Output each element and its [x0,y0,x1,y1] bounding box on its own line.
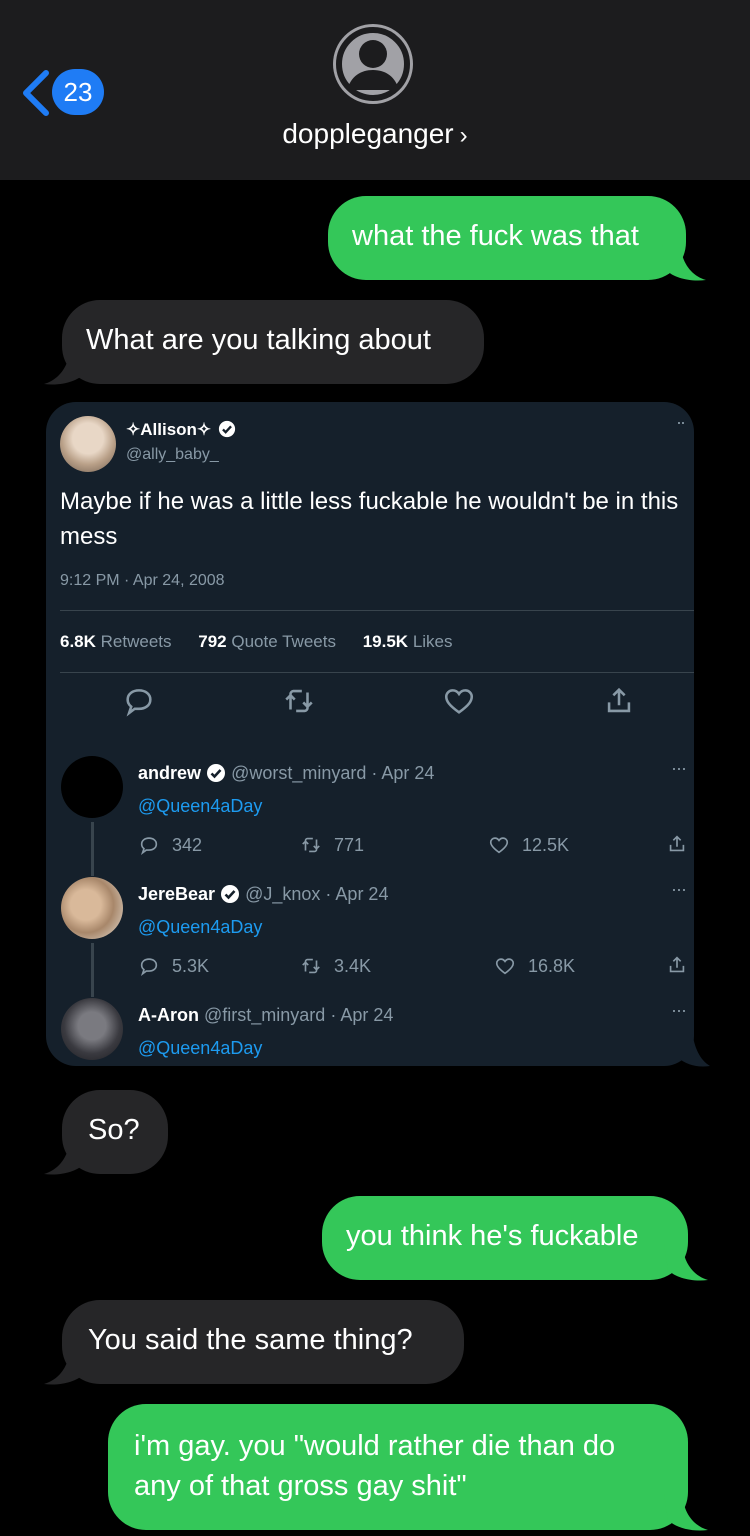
like-count-value: 16.8K [528,956,576,976]
bubble-tail [44,1350,88,1385]
reply-date: · Apr 24 [325,884,389,904]
bubble-tail [664,1244,708,1281]
more-icon[interactable]: ·· [676,412,686,433]
message-text: You said the same thing? [88,1324,413,1356]
message-text: you think he's fuckable [346,1220,639,1252]
chevron-right-icon: › [459,122,468,149]
reply-icon[interactable] [122,684,156,718]
reply-author-name: JereBear [138,884,216,904]
tweet-screenshot[interactable]: ✧Allison✧ @ally_baby_ ·· Maybe if he was… [46,402,694,1066]
unread-count-badge: 23 [52,69,104,115]
tweet-author-name: ✧Allison✧ [126,420,236,440]
contact-avatar-icon[interactable] [333,24,413,104]
reply-author-name: andrew [138,763,202,783]
more-icon[interactable]: ··· [671,879,687,900]
message-outgoing[interactable]: i'm gay. you "would rather die than do a… [108,1404,688,1530]
retweet-icon [302,837,320,853]
retweets-stat[interactable]: 6.8K Retweets [60,632,172,651]
quotes-stat[interactable]: 792 Quote Tweets [198,632,336,651]
like-icon [489,837,509,854]
likes-label: Likes [412,632,453,651]
reply-count[interactable]: 5.3K [138,955,209,977]
likes-stat[interactable]: 19.5K Likes [363,632,453,651]
chevron-left-icon [23,70,49,116]
retweets-count: 6.8K [60,632,96,651]
reply-author-handle: @J_knox [245,884,321,904]
retweet-count-value: 3.4K [334,956,372,976]
likes-count: 19.5K [362,632,409,651]
message-text: what the fuck was that [352,220,639,252]
reply-avatar [61,877,123,939]
quotes-label: Quote Tweets [231,632,336,651]
share-icon[interactable] [602,684,636,718]
more-icon[interactable]: ··· [671,758,687,779]
bubble-tail [662,244,706,281]
reply-date: · Apr 24 [371,763,435,783]
tweet-stats: 6.8K Retweets 792 Quote Tweets 19.5K Lik… [60,632,475,652]
reply-count[interactable]: 342 [138,834,202,856]
tweet-timestamp: 9:12 PM · Apr 24, 2008 [60,572,225,589]
like-icon [495,958,515,975]
reply-count-value: 342 [172,835,203,855]
divider [60,672,694,673]
tweet-author-handle: @ally_baby_ [126,446,219,463]
contact-name[interactable]: dopplеganger › [0,118,750,150]
message-outgoing[interactable]: what the fuck was that [328,196,686,280]
reply-date: · Apr 24 [330,1005,394,1025]
reply-count-value: 5.3K [172,956,210,976]
contact-name-label: dopplеganger [282,118,454,149]
bubble-tail [664,1494,708,1531]
bubble-tail [678,1030,710,1067]
reply-avatar [61,756,123,818]
reply-mention[interactable]: @Queen4aDay [138,796,262,817]
like-count[interactable]: 12.5K [488,834,569,856]
reply-avatar [61,998,123,1060]
share-icon[interactable] [666,832,688,856]
tweet-author-avatar [60,416,116,472]
divider [60,610,694,611]
reply-author-name: A-Aron [138,1005,199,1025]
message-incoming[interactable]: You said the same thing? [62,1300,464,1384]
retweet-count[interactable]: 771 [300,834,364,856]
tweet-actions [46,684,694,724]
thread-line [91,943,94,997]
tweet-text: Maybe if he was a little less fuckable h… [60,488,679,550]
tweet-author-name-text: ✧Allison✧ [126,420,212,439]
back-button[interactable]: 23 [18,66,110,120]
more-icon[interactable]: ··· [671,1000,687,1021]
retweet-icon[interactable] [282,684,316,718]
reply-header: andrew @worst_minyard · Apr 24 [138,763,434,784]
share-icon[interactable] [666,953,688,977]
retweets-label: Retweets [100,632,172,651]
verified-icon [221,885,240,903]
thread-line [91,822,94,876]
conversation-header: 23 dopplеganger › [0,0,750,180]
reply-icon [140,958,158,977]
like-count[interactable]: 16.8K [494,955,575,977]
message-incoming[interactable]: What are you talking about [62,300,484,384]
reply-icon [140,837,158,856]
reply-header: JereBear @J_knox · Apr 24 [138,884,388,905]
reply-mention[interactable]: @Queen4aDay [138,917,262,938]
like-count-value: 12.5K [522,835,570,855]
verified-icon [207,764,226,782]
message-text: i'm gay. you "would rather die than do a… [134,1430,616,1502]
quotes-count: 792 [198,632,227,651]
bubble-tail [44,1140,88,1175]
retweet-count[interactable]: 3.4K [300,955,371,977]
like-icon[interactable] [442,684,476,718]
bubble-tail [44,350,88,385]
verified-icon [218,420,236,438]
retweet-icon [302,958,320,974]
reply-mention[interactable]: @Queen4aDay [138,1038,262,1059]
message-outgoing[interactable]: you think he's fuckable [322,1196,688,1280]
message-text: So? [88,1114,140,1146]
reply-header: A-Aron @first_minyard · Apr 24 [138,1005,393,1026]
reply-author-handle: @first_minyard [204,1005,326,1025]
reply-author-handle: @worst_minyard [231,763,367,783]
message-text: What are you talking about [86,324,431,356]
retweet-count-value: 771 [334,835,365,855]
